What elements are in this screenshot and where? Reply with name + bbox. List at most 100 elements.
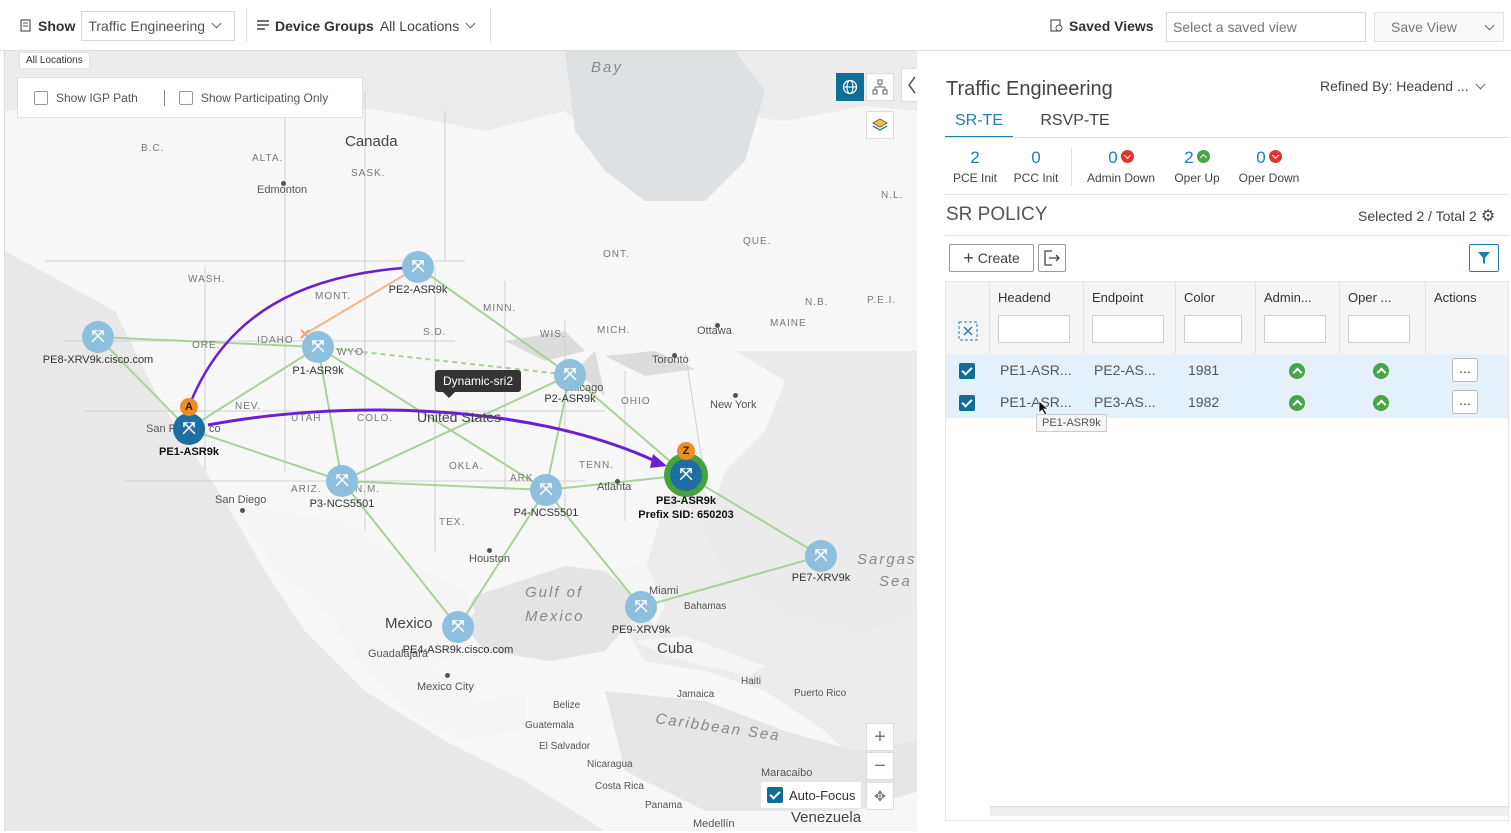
topology-view-button[interactable] xyxy=(866,73,894,101)
router-node-pe9[interactable]: ⤧ xyxy=(625,591,657,623)
selection-summary: Selected 2 / Total 2 ⚙ xyxy=(1358,206,1495,226)
show-participating-only-checkbox[interactable] xyxy=(178,90,193,105)
router-icon: ⤧ xyxy=(335,472,349,489)
router-node-p2[interactable]: ⤧ xyxy=(554,359,586,391)
endpoint-filter-input[interactable] xyxy=(1092,315,1164,343)
admin-filter-input[interactable] xyxy=(1264,315,1326,343)
row-actions-button[interactable]: ... xyxy=(1452,390,1478,414)
column-header-oper[interactable]: Oper ... xyxy=(1340,282,1426,354)
show-select[interactable]: Traffic Engineering xyxy=(81,10,236,41)
refined-by-dropdown[interactable]: Refined By: Headend ... xyxy=(1320,78,1488,94)
selection-count: Selected 2 / Total 2 xyxy=(1358,208,1477,224)
stat-value: 2 xyxy=(1184,148,1194,167)
export-button[interactable] xyxy=(1038,244,1066,272)
gear-icon[interactable]: ⚙ xyxy=(1481,206,1495,226)
hover-tooltip: PE1-ASR9k xyxy=(1036,414,1107,432)
geo-label: Puerto Rico xyxy=(794,688,847,699)
router-node-pe1[interactable]: ⤧ xyxy=(173,413,205,445)
node-label: PE7-XRV9k xyxy=(791,572,851,584)
globe-view-button[interactable] xyxy=(836,73,864,101)
zoom-in-button[interactable]: + xyxy=(866,723,894,751)
column-label: Endpoint xyxy=(1092,290,1144,305)
geo-label: Guatemala xyxy=(525,720,574,731)
geo-label: B.C. xyxy=(141,143,165,154)
geo-label: MONT. xyxy=(315,291,352,302)
divider xyxy=(945,235,1509,236)
saved-view-input[interactable] xyxy=(1166,12,1366,42)
auto-focus-toggle[interactable]: Auto-Focus xyxy=(761,782,861,808)
row-checkbox[interactable] xyxy=(959,395,975,411)
create-button[interactable]: + Create xyxy=(949,244,1034,272)
router-node-p3[interactable]: ⤧ xyxy=(326,465,358,497)
zoom-out-button[interactable]: − xyxy=(866,752,894,780)
geo-label: Venezuela xyxy=(791,809,862,826)
node-label: P1-ASR9k xyxy=(292,365,344,377)
column-header-endpoint[interactable]: Endpoint xyxy=(1084,282,1176,354)
save-view-button[interactable]: Save View xyxy=(1374,12,1504,42)
stat-oper-up[interactable]: 2 Oper Up xyxy=(1167,148,1227,185)
city-dot xyxy=(445,673,450,678)
geo-label: Bay xyxy=(591,59,623,76)
router-icon: ⤧ xyxy=(563,366,577,383)
row-actions-button[interactable]: ... xyxy=(1452,358,1478,382)
stat-pcc-init[interactable]: 0 PCC Init xyxy=(1007,148,1065,185)
refined-by-label: Refined By: Headend ... xyxy=(1320,78,1469,94)
node-label: PE3-ASR9k xyxy=(656,495,716,507)
geo-label: COLO. xyxy=(357,413,394,424)
layers-button[interactable] xyxy=(866,111,894,139)
geo-label: Cuba xyxy=(657,640,693,657)
geo-label: Medellín xyxy=(693,818,735,830)
stat-oper-down[interactable]: 0 Oper Down xyxy=(1233,148,1305,185)
divider xyxy=(490,8,491,42)
geo-label: ORE. xyxy=(192,340,221,351)
router-node-pe4[interactable]: ⤧ xyxy=(442,611,474,643)
router-icon: ⤧ xyxy=(679,466,693,483)
arrow-down-icon xyxy=(1120,150,1134,164)
stat-admin-down[interactable]: 0 Admin Down xyxy=(1081,148,1161,185)
cell-endpoint: PE2-AS... xyxy=(1094,362,1156,378)
tab-rsvp-te[interactable]: RSVP-TE xyxy=(1035,112,1115,130)
column-header-admin[interactable]: Admin... xyxy=(1256,282,1340,354)
router-node-p4[interactable]: ⤧ xyxy=(530,474,562,506)
tab-sr-te[interactable]: SR-TE xyxy=(945,112,1013,138)
horizontal-scrollbar[interactable] xyxy=(990,806,1508,816)
column-header-color[interactable]: Color xyxy=(1176,282,1256,354)
auto-focus-checkbox[interactable] xyxy=(767,787,783,803)
row-checkbox[interactable] xyxy=(959,363,975,379)
top-toolbar: Show Traffic Engineering Device Groups A… xyxy=(0,0,1511,51)
device-groups-control[interactable]: Device Groups All Locations xyxy=(257,0,478,51)
cell-headend: PE1-ASR... xyxy=(1000,362,1072,378)
router-node-pe3[interactable]: ⤧ xyxy=(670,459,702,491)
router-icon: ⤧ xyxy=(91,328,105,345)
cell-endpoint: PE3-AS... xyxy=(1094,394,1156,410)
router-node-pe7[interactable]: ⤧ xyxy=(805,540,837,572)
geo-label: Sargas xyxy=(857,551,917,568)
collapse-panel-button[interactable] xyxy=(901,68,917,102)
show-igp-path-checkbox[interactable] xyxy=(34,90,48,105)
table-row[interactable]: PE1-ASR... PE2-AS... 1981 ... xyxy=(946,354,1508,386)
move-icon: ✥ xyxy=(874,787,886,804)
geo-label: NEV. xyxy=(235,401,262,412)
router-node-pe2[interactable]: ⤧ xyxy=(402,251,434,283)
stat-pce-init[interactable]: 2 PCE Init xyxy=(945,148,1005,185)
select-all-icon[interactable] xyxy=(958,321,978,341)
color-filter-input[interactable] xyxy=(1184,315,1242,343)
geo-label: co xyxy=(209,423,221,435)
headend-filter-input[interactable] xyxy=(998,315,1070,343)
table-row[interactable]: PE1-ASR... PE3-AS... 1982 ... xyxy=(946,386,1508,418)
arrow-down-icon xyxy=(1268,150,1282,164)
topology-map[interactable]: All Locations Show IGP Path Show Partici… xyxy=(4,51,917,831)
router-node-p1[interactable]: ⤧ xyxy=(302,331,334,363)
column-header-actions: Actions xyxy=(1426,282,1508,354)
column-header-headend[interactable]: Headend xyxy=(990,282,1084,354)
geo-label: New York xyxy=(710,399,757,411)
fit-view-button[interactable]: ✥ xyxy=(866,782,894,810)
filter-button[interactable] xyxy=(1469,244,1499,272)
cell-color: 1982 xyxy=(1188,394,1220,410)
device-groups-label: Device Groups xyxy=(275,17,374,34)
geo-label: United States xyxy=(417,409,502,425)
router-node-pe8[interactable]: ⤧ xyxy=(82,321,114,353)
geo-label: ONT. xyxy=(603,249,630,260)
oper-filter-input[interactable] xyxy=(1348,315,1410,343)
divider xyxy=(246,8,247,42)
